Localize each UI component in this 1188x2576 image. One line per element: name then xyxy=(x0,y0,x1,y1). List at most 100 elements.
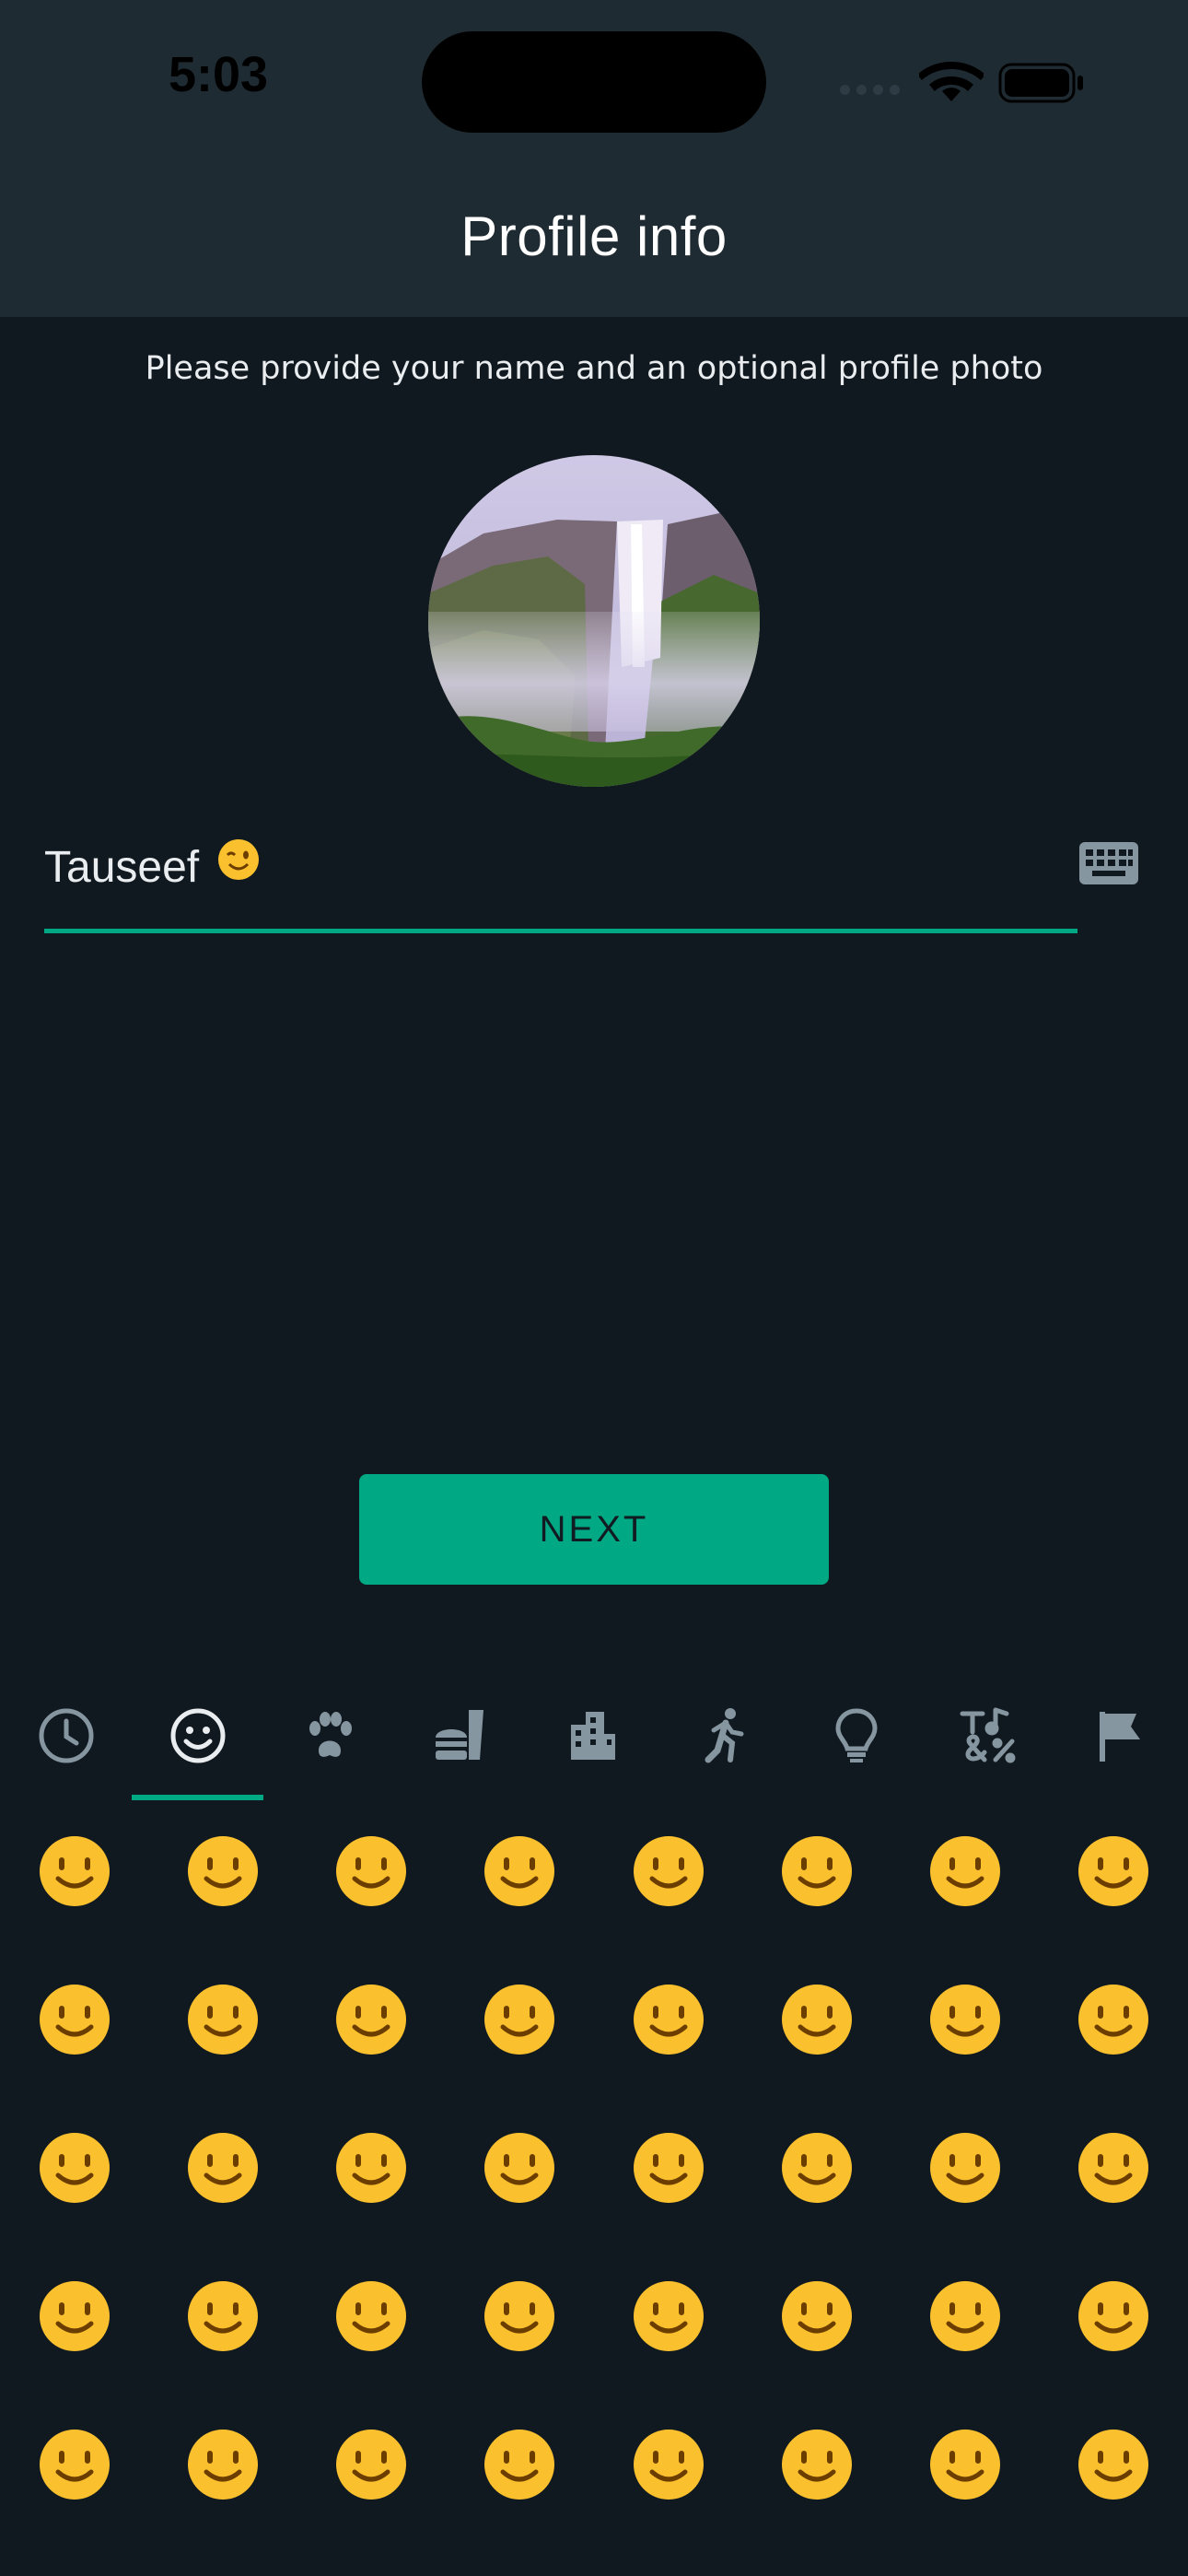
emoji-key[interactable] xyxy=(891,2242,1040,2390)
shushing-face-icon xyxy=(781,2280,852,2351)
emoji-key[interactable] xyxy=(446,1797,594,1945)
next-button[interactable]: NEXT xyxy=(359,1474,829,1585)
emoji-key[interactable] xyxy=(446,2242,594,2390)
emoji-key[interactable] xyxy=(148,1945,297,2093)
emoji-key[interactable] xyxy=(297,2390,446,2538)
smirking-face-icon xyxy=(633,2429,704,2500)
neutral-face-icon xyxy=(187,2429,258,2500)
tab-smileys[interactable] xyxy=(132,1690,263,1782)
instruction-text: Please provide your name and an optional… xyxy=(145,350,1043,387)
smiling-face-icon xyxy=(336,2132,406,2203)
emoji-key[interactable] xyxy=(742,2093,891,2242)
emoji-key[interactable] xyxy=(1040,2242,1188,2390)
emoji-key[interactable] xyxy=(594,1797,742,1945)
emoji-key[interactable] xyxy=(891,1797,1040,1945)
emoji-category-tabs xyxy=(0,1690,1188,1800)
grinning-face-big-eyes-icon xyxy=(187,1835,258,1906)
emoji-key[interactable] xyxy=(1040,2390,1188,2538)
profile-photo[interactable] xyxy=(428,455,760,787)
emoji-key[interactable] xyxy=(594,1945,742,2093)
tab-recent[interactable] xyxy=(0,1690,132,1782)
tab-objects[interactable] xyxy=(790,1690,922,1782)
face-with-tears-of-joy-icon xyxy=(1078,1835,1149,1906)
status-time: 5:03 xyxy=(169,47,269,102)
face-with-tongue-icon xyxy=(930,2132,1000,2203)
emoji-key[interactable] xyxy=(742,2242,891,2390)
running-person-icon xyxy=(705,1708,743,1763)
flag-icon xyxy=(1099,1712,1140,1762)
hugging-face-icon xyxy=(484,2280,555,2351)
emoji-key[interactable] xyxy=(297,1945,446,2093)
emoji-key[interactable] xyxy=(0,1945,148,2093)
name-input-underline xyxy=(44,929,1077,933)
emoji-key[interactable] xyxy=(446,2390,594,2538)
emoji-key[interactable] xyxy=(0,2390,148,2538)
emoji-key[interactable] xyxy=(742,2390,891,2538)
emoji-key[interactable] xyxy=(148,2093,297,2242)
emoji-key[interactable] xyxy=(0,1797,148,1945)
emoji-key[interactable] xyxy=(594,2242,742,2390)
emoji-key[interactable] xyxy=(297,1797,446,1945)
tab-travel[interactable] xyxy=(527,1690,658,1782)
emoji-key[interactable] xyxy=(594,2093,742,2242)
wifi-icon xyxy=(919,62,984,101)
face-hand-over-mouth-icon xyxy=(633,2280,704,2351)
emoji-key[interactable] xyxy=(148,2242,297,2390)
header-bar: 5:03 Profile info xyxy=(0,0,1188,317)
beaming-face-icon xyxy=(484,1835,555,1906)
lightbulb-icon xyxy=(834,1708,878,1762)
rolling-on-floor-laughing-icon xyxy=(930,1835,1000,1906)
emoji-key[interactable] xyxy=(594,2390,742,2538)
emoji-key[interactable] xyxy=(148,1797,297,1945)
kissing-face-smiling-eyes-icon xyxy=(633,2132,704,2203)
smiling-face-hearts-icon xyxy=(781,1984,852,2055)
emoji-key[interactable] xyxy=(891,2390,1040,2538)
grimacing-face-icon xyxy=(1078,2429,1149,2500)
slightly-smiling-face-icon xyxy=(39,1984,110,2055)
name-input-row[interactable]: Tauseef xyxy=(44,829,1168,940)
star-struck-icon xyxy=(1078,1984,1149,2055)
tab-animals[interactable] xyxy=(263,1690,395,1782)
emoji-key[interactable] xyxy=(1040,1797,1188,1945)
face-without-mouth-icon xyxy=(484,2429,555,2500)
grinning-face-icon xyxy=(39,1835,110,1906)
keyboard-toggle-icon[interactable] xyxy=(1079,842,1138,884)
tab-activities[interactable] xyxy=(658,1690,790,1782)
emoji-key[interactable] xyxy=(148,2390,297,2538)
kissing-face-closed-eyes-icon xyxy=(484,2132,555,2203)
symbols-icon xyxy=(960,1707,1015,1763)
emoji-key[interactable] xyxy=(297,2093,446,2242)
face-savoring-food-icon xyxy=(781,2132,852,2203)
face-blowing-kiss-icon xyxy=(39,2132,110,2203)
squinting-face-tongue-icon xyxy=(187,2280,258,2351)
thinking-face-icon xyxy=(930,2280,1000,2351)
emoji-key[interactable] xyxy=(742,1945,891,2093)
name-input[interactable]: Tauseef xyxy=(44,842,199,893)
emoji-key[interactable] xyxy=(742,1797,891,1945)
zany-face-icon xyxy=(39,2280,110,2351)
smiling-face-halo-icon xyxy=(633,1984,704,2055)
grinning-squinting-face-icon xyxy=(633,1835,704,1906)
emoji-key[interactable] xyxy=(446,1945,594,2093)
tab-symbols[interactable] xyxy=(922,1690,1054,1782)
money-mouth-face-icon xyxy=(336,2280,406,2351)
emoji-key[interactable] xyxy=(0,2093,148,2242)
page-title: Profile info xyxy=(460,205,728,267)
tab-flags[interactable] xyxy=(1054,1690,1185,1782)
unamused-face-icon xyxy=(781,2429,852,2500)
grinning-face-sweat-icon xyxy=(781,1835,852,1906)
emoji-key[interactable] xyxy=(1040,1945,1188,2093)
emoji-key[interactable] xyxy=(1040,2093,1188,2242)
tab-food[interactable] xyxy=(395,1690,527,1782)
emoji-key[interactable] xyxy=(297,2242,446,2390)
emoji-key[interactable] xyxy=(891,1945,1040,2093)
smiley-icon xyxy=(170,1708,225,1763)
building-icon xyxy=(570,1712,615,1760)
smiling-face-smiling-eyes-icon xyxy=(484,1984,555,2055)
expressionless-face-icon xyxy=(336,2429,406,2500)
emoji-key[interactable] xyxy=(0,2242,148,2390)
kissing-face-icon xyxy=(187,2132,258,2203)
grinning-face-smiling-eyes-icon xyxy=(336,1835,406,1906)
emoji-key[interactable] xyxy=(891,2093,1040,2242)
emoji-key[interactable] xyxy=(446,2093,594,2242)
